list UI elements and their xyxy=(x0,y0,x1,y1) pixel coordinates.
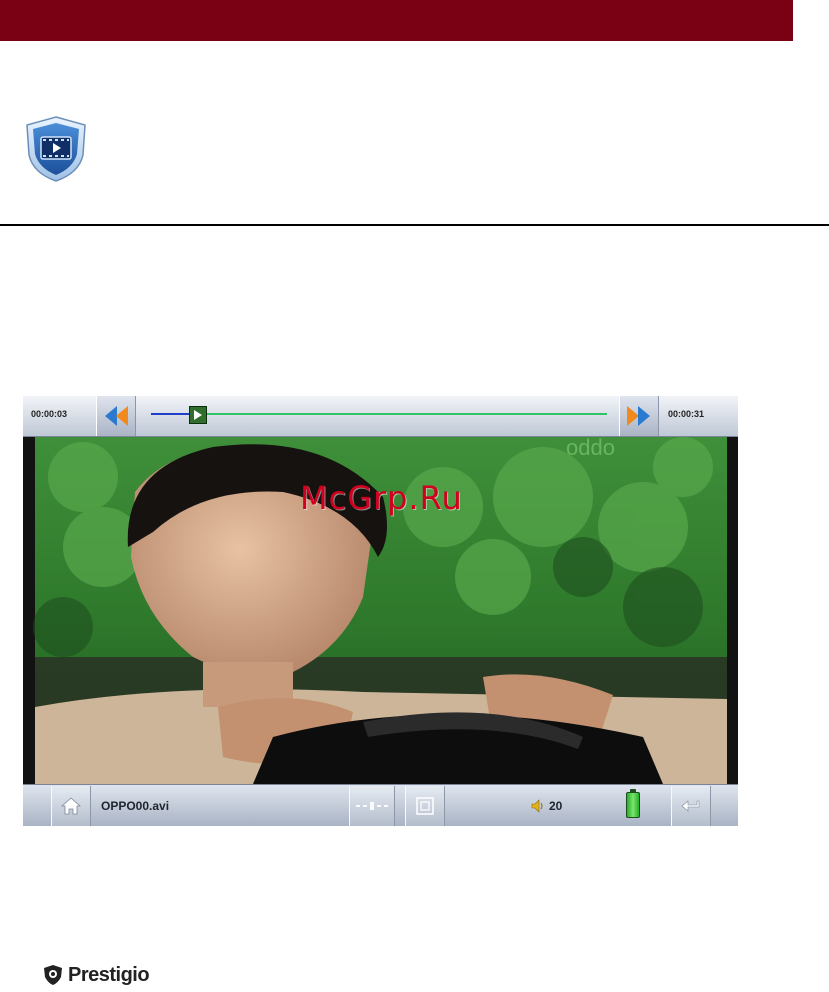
prev-icon xyxy=(105,406,128,426)
aspect-ratio-button[interactable] xyxy=(349,786,395,826)
home-button[interactable] xyxy=(51,786,91,826)
play-icon xyxy=(194,410,202,420)
aspect-ratio-icon xyxy=(356,802,388,810)
prev-button[interactable] xyxy=(96,396,136,436)
video-player: 00:00:03 00:00:31 oppo OPPO00.avi 20 xyxy=(23,396,738,826)
seek-handle[interactable] xyxy=(189,406,207,424)
back-button[interactable] xyxy=(671,786,711,826)
volume-value: 20 xyxy=(549,799,563,813)
video-overlay-text: oppo xyxy=(566,438,615,463)
player-bottom-bar: OPPO00.avi 20 xyxy=(23,784,738,826)
volume-indicator[interactable]: 20 xyxy=(531,797,562,815)
fullscreen-icon xyxy=(416,797,434,815)
header-bar xyxy=(0,0,793,41)
brand-name: Prestigio xyxy=(68,963,150,986)
next-icon xyxy=(627,406,650,426)
prestigio-logo-icon xyxy=(44,965,62,985)
volume-icon xyxy=(531,799,543,813)
fullscreen-button[interactable] xyxy=(405,786,445,826)
elapsed-time: 00:00:03 xyxy=(31,409,68,419)
total-time: 00:00:31 xyxy=(668,409,705,419)
seek-track[interactable] xyxy=(151,413,607,415)
watermark-text: McGrp.Ru xyxy=(300,479,463,517)
battery-icon xyxy=(626,789,640,818)
brand-logo: Prestigio xyxy=(42,963,150,987)
section-divider xyxy=(0,224,829,226)
home-icon xyxy=(61,797,81,815)
back-icon xyxy=(681,800,700,812)
next-button[interactable] xyxy=(619,396,659,436)
file-name: OPPO00.avi xyxy=(101,799,170,813)
video-app-icon xyxy=(23,115,89,183)
player-top-bar: 00:00:03 00:00:31 xyxy=(23,396,738,437)
